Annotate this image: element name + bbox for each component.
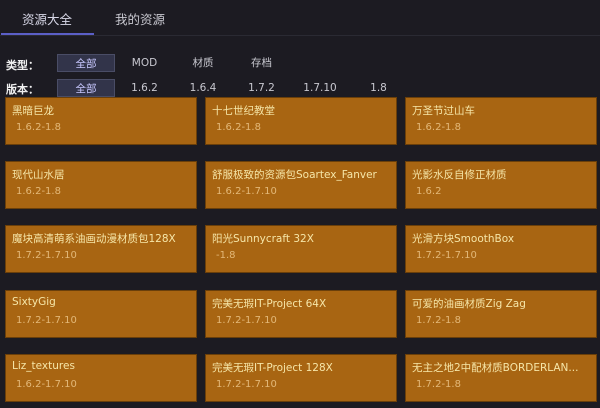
resource-title: 舒服极致的资源包Soartex_Fanver	[212, 169, 377, 181]
resource-version: 1.7.2-1.7.10	[16, 315, 77, 326]
resource-card[interactable]: 舒服极致的资源包Soartex_Fanver 1.6.2-1.7.10	[205, 161, 397, 209]
resource-version: 1.7.2-1.8	[416, 379, 461, 390]
resource-card[interactable]: 光影水反自修正材质 1.6.2	[405, 161, 597, 209]
version-filter-option[interactable]: 1.6.2	[116, 79, 174, 97]
resource-card[interactable]: 光滑方块SmoothBox 1.7.2-1.7.10	[405, 225, 597, 273]
resource-title: 完美无瑕IT-Project 64X	[212, 298, 327, 310]
resource-version: 1.7.2-1.7.10	[216, 379, 277, 390]
resource-title: 万圣节过山车	[412, 105, 475, 117]
type-filter-option[interactable]: 存档	[233, 54, 291, 72]
resource-version: 1.7.2-1.7.10	[16, 250, 77, 261]
type-filter-option[interactable]: 全部	[57, 54, 115, 72]
resource-title: 魔块高清萌系油画动漫材质包128X	[12, 233, 176, 245]
resource-card[interactable]: 无主之地2中配材质BORDERLAN... 1.7.2-1.8	[405, 354, 597, 402]
tab-all-resources[interactable]: 资源大全	[22, 9, 72, 28]
tab-bar: 资源大全 我的资源	[0, 0, 600, 36]
resource-title: 可爱的油画材质Zig Zag	[412, 298, 526, 310]
resource-card[interactable]: 可爱的油画材质Zig Zag 1.7.2-1.8	[405, 290, 597, 338]
resource-version: 1.7.2-1.7.10	[216, 315, 277, 326]
resource-title: 无主之地2中配材质BORDERLAN...	[412, 362, 579, 374]
type-filter-option[interactable]: MOD	[116, 54, 174, 72]
resource-title: 现代山水居	[12, 169, 65, 181]
resource-card[interactable]: 十七世纪教堂 1.6.2-1.8	[205, 97, 397, 145]
resource-version: -1.8	[216, 250, 236, 261]
resource-version: 1.6.2-1.8	[416, 122, 461, 133]
type-filter-label: 类型：	[6, 59, 39, 72]
resource-title: 黑暗巨龙	[12, 105, 54, 117]
version-filter-option[interactable]: 1.7.10	[291, 79, 349, 97]
resource-title: 阳光Sunnycraft 32X	[212, 233, 314, 245]
type-filter-option[interactable]: 材质	[174, 54, 232, 72]
version-filter-option[interactable]: 1.7.2	[233, 79, 291, 97]
version-filter-option[interactable]: 全部	[57, 79, 115, 97]
resource-title: SixtyGig	[12, 296, 56, 308]
resource-title: 十七世纪教堂	[212, 105, 275, 117]
version-filter-label: 版本：	[6, 83, 39, 96]
tab-my-resources[interactable]: 我的资源	[115, 9, 165, 28]
resource-version: 1.7.2-1.8	[416, 315, 461, 326]
active-tab-indicator	[1, 33, 94, 35]
version-filter-option[interactable]: 1.8	[350, 79, 408, 97]
resource-card[interactable]: 黑暗巨龙 1.6.2-1.8	[5, 97, 197, 145]
resource-card[interactable]: SixtyGig 1.7.2-1.7.10	[5, 290, 197, 338]
version-filter-option[interactable]: 1.6.4	[174, 79, 232, 97]
resource-version: 1.6.2-1.8	[216, 122, 261, 133]
resource-version: 1.6.2-1.7.10	[216, 186, 277, 197]
resource-card[interactable]: 万圣节过山车 1.6.2-1.8	[405, 97, 597, 145]
resource-card[interactable]: Liz_textures 1.6.2-1.7.10	[5, 354, 197, 402]
resource-card[interactable]: 魔块高清萌系油画动漫材质包128X 1.7.2-1.7.10	[5, 225, 197, 273]
resource-version: 1.6.2-1.7.10	[16, 379, 77, 390]
resource-version: 1.6.2-1.8	[16, 122, 61, 133]
resource-card[interactable]: 完美无瑕IT-Project 128X 1.7.2-1.7.10	[205, 354, 397, 402]
resource-card[interactable]: 现代山水居 1.6.2-1.8	[5, 161, 197, 209]
resource-title: 光影水反自修正材质	[412, 169, 507, 181]
resource-card[interactable]: 完美无瑕IT-Project 64X 1.7.2-1.7.10	[205, 290, 397, 338]
resource-card[interactable]: 阳光Sunnycraft 32X -1.8	[205, 225, 397, 273]
resource-version: 1.6.2	[416, 186, 442, 197]
resource-title: 完美无瑕IT-Project 128X	[212, 362, 333, 374]
resource-title: Liz_textures	[12, 360, 75, 372]
resource-version: 1.6.2-1.8	[16, 186, 61, 197]
resource-version: 1.7.2-1.7.10	[416, 250, 477, 261]
resource-title: 光滑方块SmoothBox	[412, 233, 515, 245]
